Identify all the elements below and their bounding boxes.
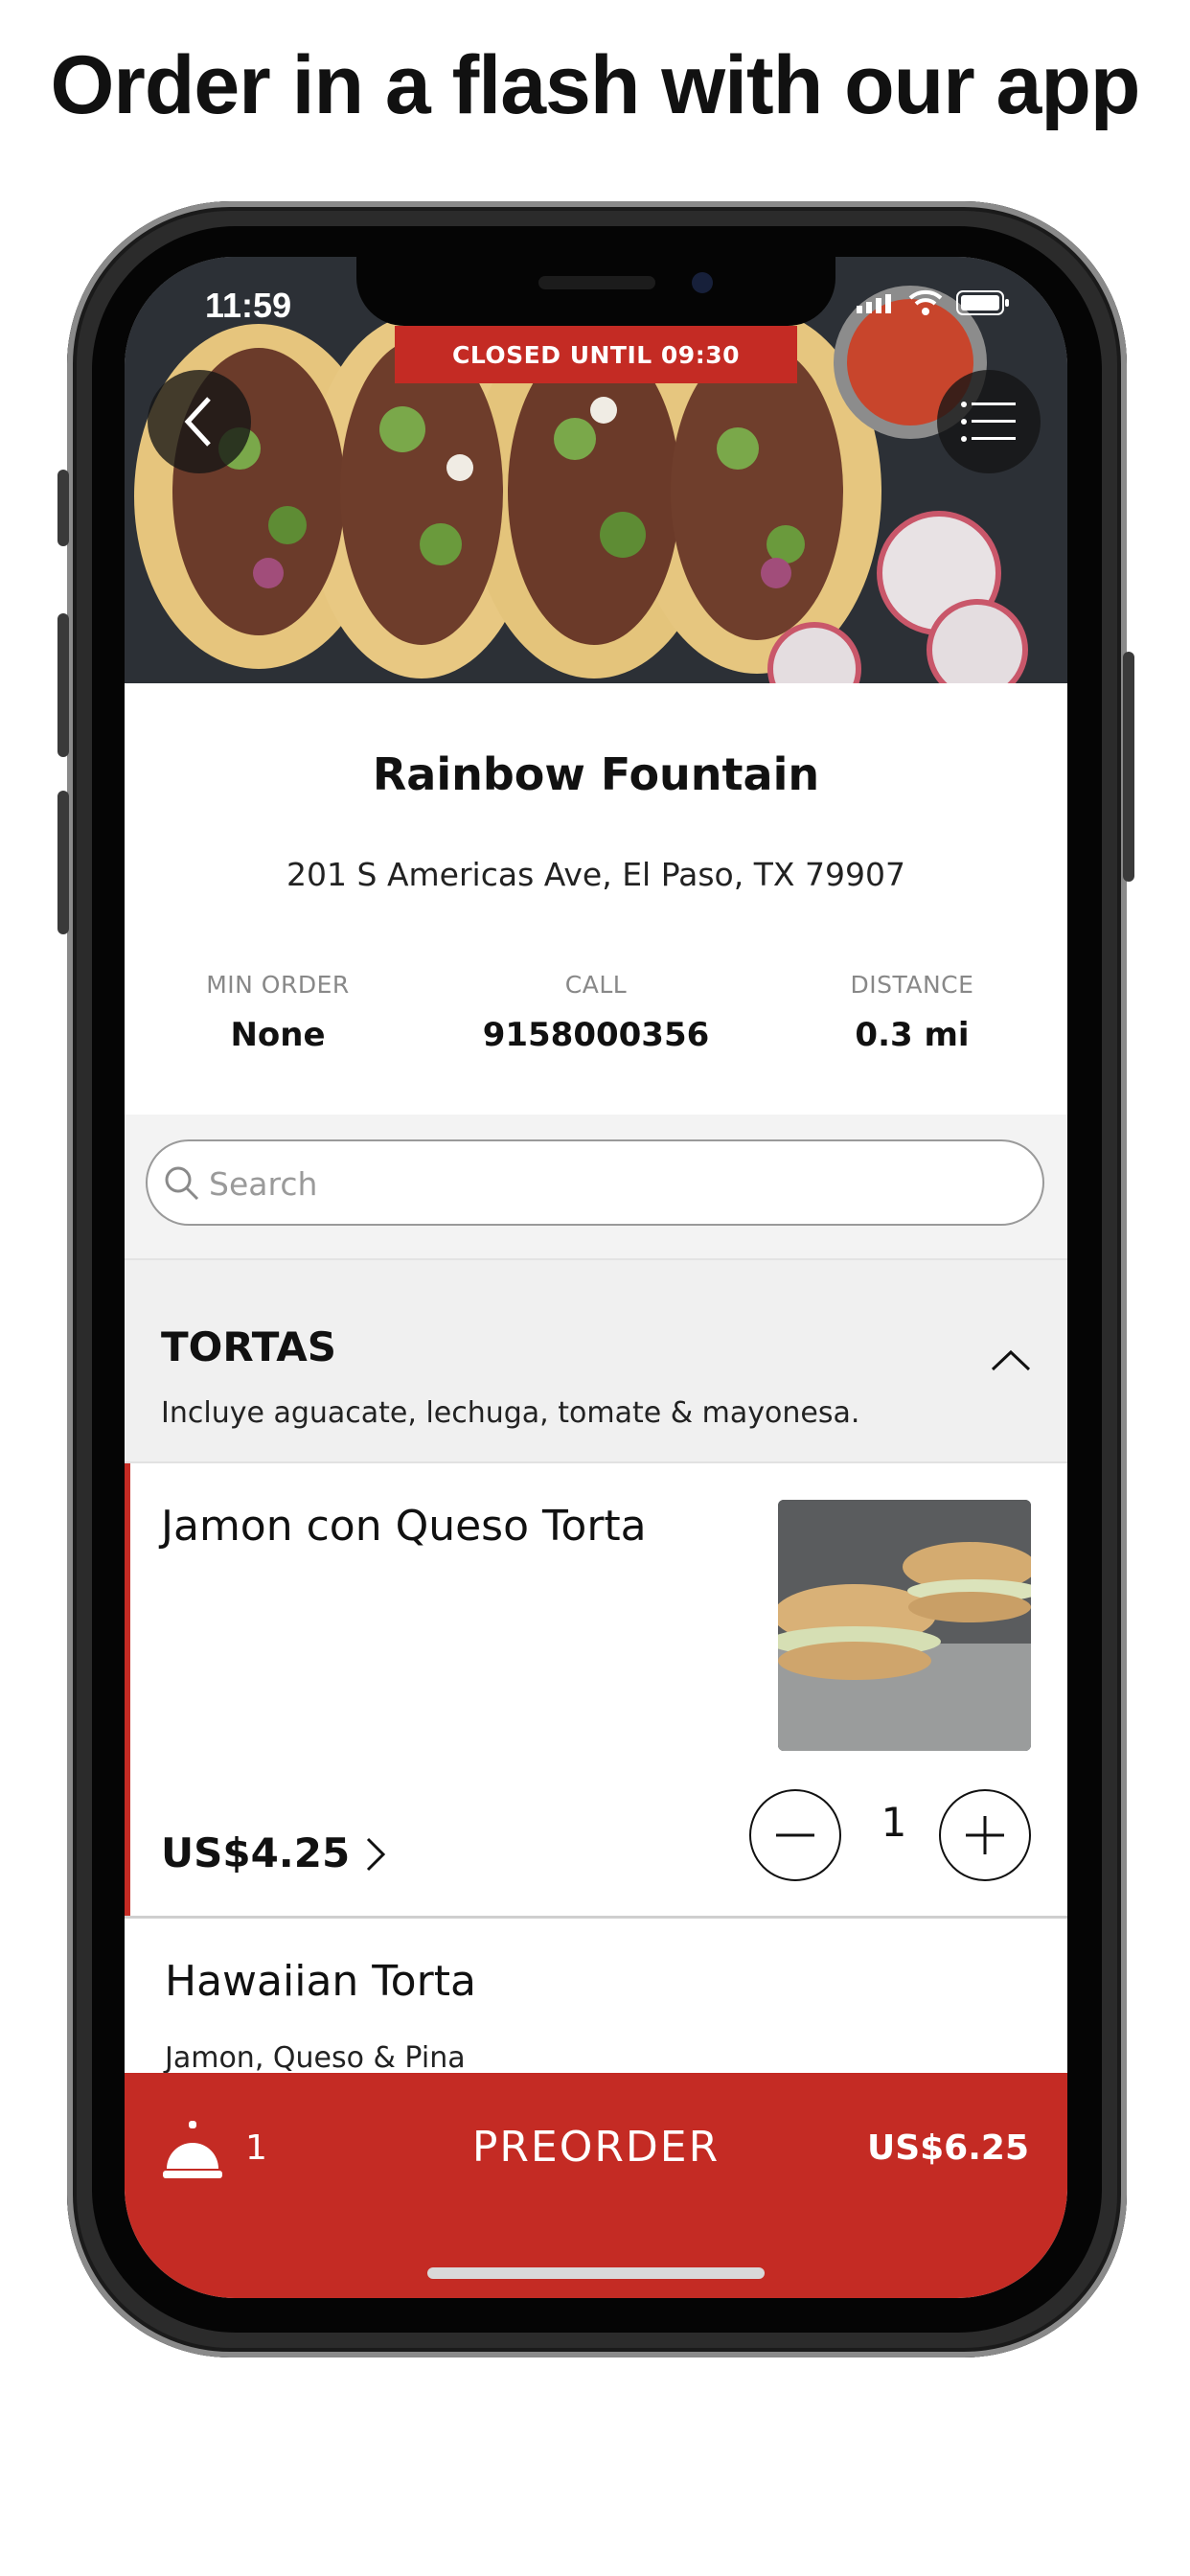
stat-label: DISTANCE	[850, 971, 974, 999]
category-description: Incluye aguacate, lechuga, tomate & mayo…	[161, 1396, 860, 1430]
cart-total: US$6.25	[866, 2128, 1029, 2168]
minus-icon	[776, 1833, 814, 1837]
decrease-quantity-button[interactable]	[749, 1789, 841, 1881]
stat-value: None	[230, 1016, 326, 1054]
back-icon	[184, 397, 211, 447]
stat-min-order: MIN ORDER None	[125, 971, 431, 1054]
category-title: TORTAS	[161, 1323, 336, 1370]
item-name: Hawaiian Torta	[165, 1957, 476, 2006]
stat-value: 0.3 mi	[855, 1016, 970, 1054]
status-time: 11:59	[205, 286, 292, 325]
battery-icon	[956, 290, 1009, 315]
menu-item[interactable]: Jamon con Queso Torta US$4.25 1	[125, 1463, 1067, 1919]
restaurant-info-card: Rainbow Fountain 201 S Americas Ave, El …	[125, 683, 1067, 1115]
search-section	[125, 1115, 1067, 1260]
restaurant-address: 201 S Americas Ave, El Paso, TX 79907	[286, 856, 905, 893]
chevron-right-icon[interactable]	[364, 1835, 387, 1874]
menu-icon	[961, 402, 1016, 442]
search-input[interactable]	[207, 1141, 977, 1226]
closed-banner: CLOSED UNTIL 09:30	[395, 326, 797, 383]
category-header[interactable]: TORTAS Incluye aguacate, lechuga, tomate…	[125, 1260, 1067, 1463]
stat-value[interactable]: 9158000356	[443, 1016, 749, 1054]
app-screen: 11:59 CLOSED UNTIL 09:30 Rainbow Fountai…	[125, 257, 1067, 2298]
stat-call[interactable]: CALL 9158000356	[443, 971, 749, 1054]
stat-label: MIN ORDER	[206, 971, 350, 999]
item-photo	[778, 1500, 1031, 1751]
item-quantity: 1	[881, 1799, 907, 1846]
cart-bar[interactable]: 1 PREORDER US$6.25	[125, 2073, 1067, 2298]
notch	[356, 257, 835, 326]
item-name: Jamon con Queso Torta	[161, 1502, 647, 1551]
increase-quantity-button[interactable]	[939, 1789, 1031, 1881]
search-field[interactable]	[146, 1139, 1044, 1226]
signal-icon	[857, 294, 891, 313]
menu-button[interactable]	[937, 370, 1041, 473]
chevron-up-icon[interactable]	[987, 1341, 1035, 1379]
plus-icon	[966, 1816, 1004, 1854]
selected-accent	[125, 1463, 130, 1916]
back-button[interactable]	[148, 370, 251, 473]
restaurant-name: Rainbow Fountain	[372, 748, 820, 800]
search-icon	[165, 1166, 199, 1201]
item-price[interactable]: US$4.25	[161, 1829, 350, 1876]
promo-headline: Order in a flash with our app	[50, 39, 1141, 131]
status-icons	[857, 289, 1010, 316]
home-indicator[interactable]	[427, 2267, 765, 2279]
item-description: Jamon, Queso & Pina	[165, 2041, 466, 2075]
stat-distance: DISTANCE 0.3 mi	[759, 971, 1065, 1054]
stat-label: CALL	[564, 971, 628, 999]
wifi-icon	[908, 289, 943, 315]
